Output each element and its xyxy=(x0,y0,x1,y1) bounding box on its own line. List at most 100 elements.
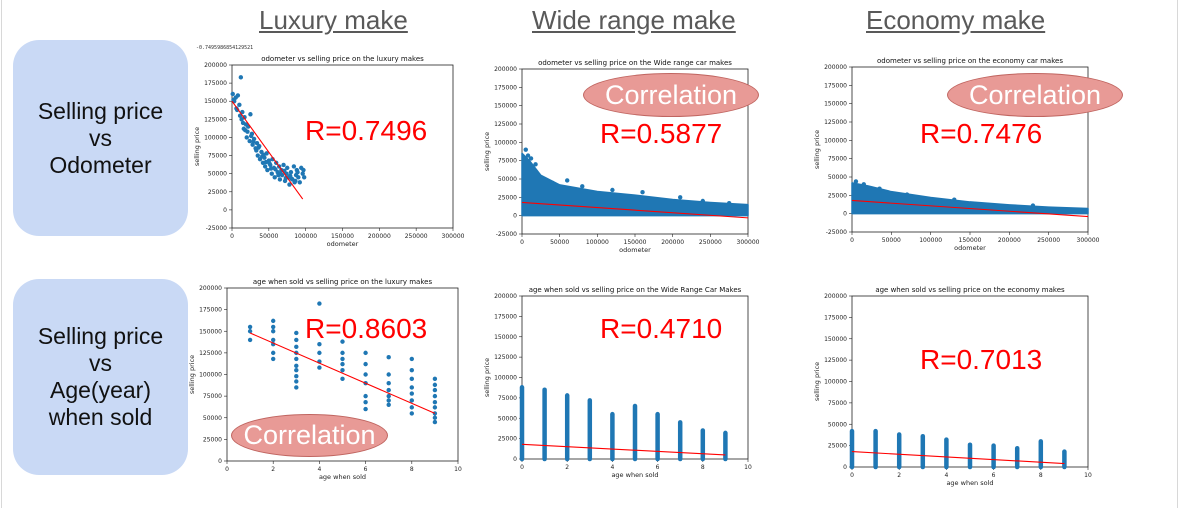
regression-line xyxy=(851,451,1065,465)
regression-line xyxy=(249,332,436,414)
x-tick-label: 0 xyxy=(850,237,854,244)
slide-right-border xyxy=(1177,0,1178,508)
r-value-luxury-odometer: R=0.7496 xyxy=(305,115,428,146)
chart-title: age when sold vs selling price on the lu… xyxy=(253,278,433,286)
y-tick-label: 25000 xyxy=(203,436,222,443)
y-tick-label: 50000 xyxy=(828,174,847,181)
data-point xyxy=(271,356,276,362)
data-point xyxy=(244,135,249,140)
x-tick-label: 6 xyxy=(364,466,368,473)
data-point xyxy=(340,367,345,373)
column-heading-luxury: Luxury make xyxy=(259,5,408,35)
data-point xyxy=(1030,203,1036,208)
data-point xyxy=(256,145,261,150)
data-point xyxy=(432,387,438,393)
y-tick-label: 100000 xyxy=(824,137,847,144)
data-point xyxy=(533,162,538,167)
data-point xyxy=(247,337,253,343)
row-label-line: Selling price xyxy=(37,323,164,349)
data-point xyxy=(363,350,368,356)
data-point xyxy=(289,176,294,181)
data-point xyxy=(294,363,299,369)
x-tick-label: 0 xyxy=(520,464,524,471)
r-value-wide-odometer: R=0.5877 xyxy=(600,118,723,149)
r-value-economy-odometer: R=0.7476 xyxy=(920,118,1043,149)
data-point xyxy=(409,385,414,390)
data-point xyxy=(580,184,585,189)
x-tick-label: 4 xyxy=(317,466,321,473)
chart-title: odometer vs selling price on the luxury … xyxy=(261,55,424,63)
data-point xyxy=(565,178,570,183)
y-tick-label: 200000 xyxy=(824,293,847,300)
data-point xyxy=(293,178,298,184)
y-tick-label: 175000 xyxy=(204,80,227,87)
data-point xyxy=(409,367,414,373)
y-tick-label: 0 xyxy=(843,211,847,218)
y-tick-label: 125000 xyxy=(199,350,222,357)
data-point xyxy=(432,399,438,405)
data-point xyxy=(363,393,368,399)
x-tick-label: 10 xyxy=(744,464,752,471)
y-tick-label: 25000 xyxy=(208,189,227,196)
data-point xyxy=(640,190,645,195)
data-point xyxy=(278,171,283,176)
y-tick-label: 50000 xyxy=(498,176,517,183)
data-point xyxy=(409,376,414,382)
data-point xyxy=(294,356,299,362)
x-axis-label: age when sold xyxy=(946,479,993,487)
y-tick-label: -25000 xyxy=(826,229,847,236)
x-tick-label: 300000 xyxy=(442,233,465,240)
data-point xyxy=(317,365,322,370)
y-tick-label: 25000 xyxy=(498,194,517,201)
x-tick-label: 2 xyxy=(271,466,275,473)
y-axis-label: selling price xyxy=(483,358,491,397)
y-axis-label: selling price xyxy=(813,362,821,401)
data-point xyxy=(523,147,528,152)
x-tick-label: 300000 xyxy=(1077,237,1100,244)
y-axis-label: selling price xyxy=(813,130,821,169)
r-value-economy-age: R=0.7013 xyxy=(920,344,1043,375)
y-tick-label: 100000 xyxy=(494,139,517,146)
y-tick-label: 175000 xyxy=(494,313,517,320)
data-point xyxy=(861,182,866,187)
y-tick-label: 75000 xyxy=(828,400,847,407)
y-tick-label: 50000 xyxy=(208,171,227,178)
data-point xyxy=(386,372,391,377)
y-tick-label: 125000 xyxy=(494,121,517,128)
data-point xyxy=(549,180,555,185)
x-axis-label: odometer xyxy=(619,246,651,254)
x-tick-label: 150000 xyxy=(959,237,982,244)
y-tick-label: 100000 xyxy=(199,372,222,379)
data-point xyxy=(269,171,274,176)
plot-frame xyxy=(851,295,1089,468)
y-tick-label: 75000 xyxy=(208,153,227,160)
data-point xyxy=(272,175,277,180)
x-tick-label: 0 xyxy=(225,466,229,473)
y-tick-label: 200000 xyxy=(824,64,847,71)
row-label-age: Selling price vs Age(year) when sold xyxy=(13,279,188,475)
slide-left-border xyxy=(1,0,2,508)
x-tick-label: 300000 xyxy=(737,239,760,246)
y-tick-label: 100000 xyxy=(824,379,847,386)
y-tick-label: 25000 xyxy=(498,436,517,443)
x-tick-label: 200000 xyxy=(998,237,1021,244)
data-point xyxy=(432,382,438,388)
data-point xyxy=(386,387,391,393)
y-tick-label: 175000 xyxy=(494,84,517,91)
data-point xyxy=(235,93,241,98)
data-point xyxy=(271,350,276,356)
data-point xyxy=(291,164,297,169)
data-point xyxy=(363,406,368,412)
data-point xyxy=(294,385,299,390)
data-point xyxy=(247,329,253,334)
data-point xyxy=(386,380,391,386)
x-tick-label: 0 xyxy=(520,239,524,246)
data-point xyxy=(363,399,368,405)
data-point xyxy=(340,356,345,362)
correlation-badge: Correlation xyxy=(583,73,759,117)
chart-title: odometer vs selling price on the economy… xyxy=(877,57,1063,65)
y-tick-label: 100000 xyxy=(204,134,227,141)
y-axis-label: selling price xyxy=(483,132,491,171)
x-axis-label: age when sold xyxy=(611,471,658,479)
data-point xyxy=(230,91,235,97)
